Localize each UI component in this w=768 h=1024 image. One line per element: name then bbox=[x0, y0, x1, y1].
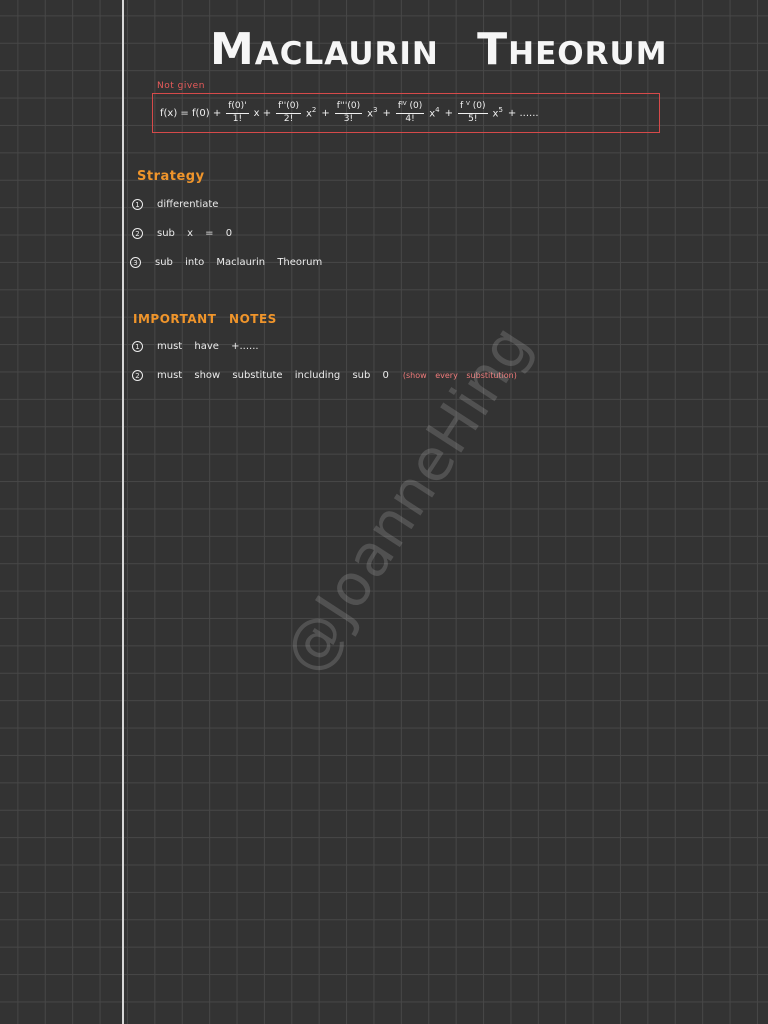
maclaurin-formula-box: f(x) = f(0) + f(0)' 1! x + f''(0) 2! x2 … bbox=[152, 93, 660, 133]
term-5-tail: + ...... bbox=[507, 107, 539, 119]
term-4-plus: + bbox=[444, 107, 454, 119]
formula-lhs: f(x) = f(0) + bbox=[160, 107, 222, 119]
formula-term-1: f(0)' 1! bbox=[226, 101, 249, 125]
term-5-denominator: 5! bbox=[468, 113, 478, 124]
number-circle-icon: 3 bbox=[130, 257, 141, 268]
term-4-power: 4 bbox=[435, 106, 440, 115]
strategy-item-text: differentiate bbox=[157, 199, 219, 210]
term-3-denominator: 3! bbox=[343, 113, 354, 124]
term-2-power: 2 bbox=[311, 106, 317, 115]
note-item-text: must have +...... bbox=[157, 341, 259, 352]
strategy-item-1: 1 differentiate bbox=[132, 199, 218, 210]
term-5-numerator: f ⱽ (0) bbox=[458, 101, 488, 114]
strategy-heading: Strategy bbox=[137, 169, 205, 184]
term-3-variable: x3 bbox=[367, 106, 377, 119]
formula-note: Not given bbox=[157, 81, 205, 91]
number-circle-icon: 2 bbox=[132, 228, 143, 239]
term-1-denominator: 1! bbox=[232, 113, 243, 124]
term-5-variable: x5 bbox=[493, 106, 503, 119]
number-circle-icon: 1 bbox=[132, 341, 143, 352]
note-item-text: must show substitute including sub 0 bbox=[157, 370, 389, 381]
strategy-item-2: 2 sub x = 0 bbox=[132, 228, 232, 239]
strategy-item-text: sub into Maclaurin Theorum bbox=[155, 257, 323, 268]
strategy-item-text: sub x = 0 bbox=[157, 228, 233, 239]
term-2-denominator: 2! bbox=[283, 113, 294, 124]
term-3-power: 3 bbox=[373, 106, 378, 115]
term-2-numerator: f''(0) bbox=[276, 101, 301, 114]
term-3-numerator: f'''(0) bbox=[334, 101, 363, 114]
watermark: @JoanneHing bbox=[270, 312, 545, 686]
formula-term-5: f ⱽ (0) 5! bbox=[458, 101, 488, 125]
term-4-variable: x4 bbox=[429, 106, 439, 119]
term-2-plus: + bbox=[321, 107, 330, 119]
term-5-power: 5 bbox=[498, 106, 503, 115]
page-margin-line bbox=[122, 0, 124, 1024]
number-circle-icon: 1 bbox=[132, 199, 143, 210]
term-4-denominator: 4! bbox=[405, 113, 415, 124]
important-notes-heading: IMPORTANT NOTES bbox=[133, 312, 277, 326]
formula-term-2: f''(0) 2! bbox=[276, 101, 301, 125]
term-4-numerator: fᴵⱽ (0) bbox=[395, 101, 425, 114]
number-circle-icon: 2 bbox=[132, 370, 143, 381]
formula-term-3: f'''(0) 3! bbox=[334, 101, 363, 125]
term-2-variable: x2 bbox=[306, 106, 316, 119]
page-title: Maclaurin Theorum bbox=[210, 24, 668, 75]
formula-term-4: fᴵⱽ (0) 4! bbox=[395, 101, 425, 125]
term-1-after: x + bbox=[253, 107, 272, 119]
note-item-1: 1 must have +...... bbox=[132, 341, 259, 352]
strategy-item-3: 3 sub into Maclaurin Theorum bbox=[130, 257, 322, 268]
term-3-plus: + bbox=[382, 107, 391, 119]
term-1-numerator: f(0)' bbox=[226, 101, 249, 114]
